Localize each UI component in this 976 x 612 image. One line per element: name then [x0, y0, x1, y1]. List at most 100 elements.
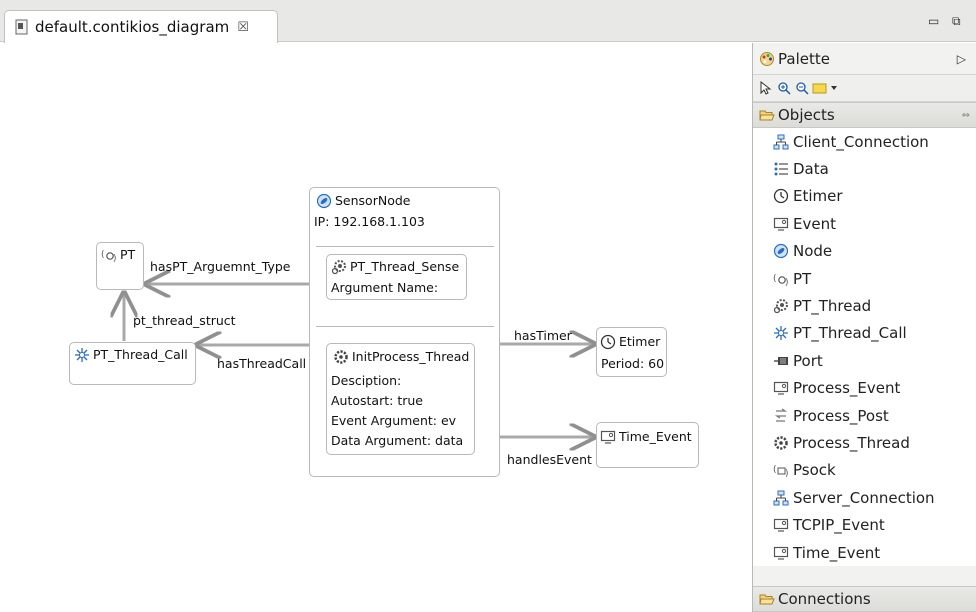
svg-text:): ) [785, 469, 789, 478]
palette-item-label: PT_Thread_Call [793, 324, 907, 343]
pt-thread-call-title: PT_Thread_Call [93, 347, 188, 362]
network-icon [773, 134, 789, 150]
palette-item-label: Process_Post [793, 406, 889, 425]
node-icon [773, 243, 789, 259]
palette-item-port[interactable]: Port [753, 347, 976, 374]
palette-item-process-event[interactable]: Process_Event [753, 375, 976, 402]
tab-close-icon[interactable]: ☒ [237, 20, 249, 35]
psock-icon: () [773, 462, 789, 479]
monitor-icon [600, 430, 616, 444]
node-icon [316, 193, 332, 209]
pt-icon: () [773, 271, 789, 288]
monitor-icon [773, 216, 789, 232]
init-process-description: Desciption: [331, 373, 402, 388]
drawer-pin-icon[interactable]: ⇔ [962, 110, 970, 121]
svg-text:): ) [785, 278, 789, 287]
port-icon [773, 353, 789, 369]
sensor-node-ip: IP: 192.168.1.103 [314, 214, 425, 229]
svg-text:(: ( [773, 465, 777, 475]
palette-item-event[interactable]: Event [753, 210, 976, 237]
sensor-node-title: SensorNode [335, 193, 411, 208]
palette-item-label: Etimer [793, 187, 843, 206]
gear-icon [331, 260, 346, 275]
palette-item-pt[interactable]: () PT [753, 265, 976, 292]
palette-item-label: Port [793, 351, 823, 370]
palette-item-label: TCPIP_Event [793, 516, 885, 535]
connections-drawer-header[interactable]: Connections [753, 586, 976, 612]
sensor-node-divider-1 [316, 246, 494, 247]
svg-text:): ) [113, 254, 117, 263]
pt-title: PT [120, 247, 136, 262]
palette-item-label: Time_Event [793, 543, 881, 562]
monitor-icon [773, 380, 789, 396]
cog-icon [773, 435, 789, 451]
palette-item-label: Client_Connection [793, 132, 929, 151]
monitor-icon [773, 545, 789, 561]
pt-thread-sense-argument: Argument Name: [331, 280, 439, 295]
objects-list: Client_Connection Data Etimer Event Node() PT… [753, 128, 976, 567]
init-process-event-argument: Event Argument: ev [331, 413, 457, 428]
init-process-autostart: Autostart: true [331, 393, 423, 408]
time-event-node[interactable]: Time_Event [596, 422, 699, 468]
palette-item-label: Event [793, 214, 836, 233]
pt-thread-sense-node[interactable]: PT_Thread_Sense Argument Name: [326, 254, 467, 300]
editor-tab-bar: default.contikios_diagram ☒ ▭ ⧉ [0, 0, 976, 43]
monitor-icon [773, 517, 789, 533]
label-has-timer: hasTimer [514, 328, 572, 343]
palette-item-label: PT [793, 269, 812, 288]
init-process-thread-title: InitProcess_Thread [352, 349, 470, 364]
objects-drawer-label: Objects [778, 106, 835, 124]
palette-item-label: PT_Thread [793, 297, 872, 316]
etimer-period: Period: 60 [601, 356, 665, 371]
sensor-node-divider-2 [316, 326, 494, 327]
post-icon [773, 408, 789, 424]
select-tool-icon[interactable] [757, 79, 775, 97]
zoom-out-icon[interactable] [793, 79, 811, 97]
label-handles-event: handlesEvent [507, 452, 592, 467]
pt-thread-sense-title: PT_Thread_Sense [350, 259, 460, 274]
pt-node[interactable]: ( ) PT [96, 242, 144, 290]
label-pt-thread-struct: pt_thread_struct [133, 313, 236, 328]
pt-icon: ( ) [101, 250, 117, 263]
palette-item-node[interactable]: Node [753, 238, 976, 265]
minimize-icon[interactable]: ▭ [928, 14, 939, 28]
palette-item-data[interactable]: Data [753, 155, 976, 182]
network-icon [773, 490, 789, 506]
tab-title: default.contikios_diagram [35, 18, 230, 36]
tab-default-contikios-diagram[interactable]: default.contikios_diagram ☒ [4, 10, 278, 43]
palette-item-server-connection[interactable]: Server_Connection [753, 484, 976, 511]
zoom-in-icon[interactable] [775, 79, 793, 97]
palette-item-time-event[interactable]: Time_Event [753, 539, 976, 566]
palette-item-label: Node [793, 242, 833, 261]
palette-item-pt-thread-call[interactable]: PT_Thread_Call [753, 320, 976, 347]
palette-item-etimer[interactable]: Etimer [753, 183, 976, 210]
maximize-icon[interactable]: ⧉ [952, 14, 961, 29]
label-has-thread-call: hasThreadCall [217, 356, 307, 371]
palette-toolbar [753, 75, 976, 102]
label-has-pt-argument-type: hasPT_Arguemnt_Type [150, 259, 291, 274]
palette-item-label: Psock [793, 461, 836, 480]
pt-thread-call-node[interactable]: PT_Thread_Call [69, 342, 196, 385]
palette-item-psock[interactable]: () Psock [753, 457, 976, 484]
timer-icon [773, 188, 789, 204]
palette-title: Palette [778, 49, 830, 68]
etimer-title: Etimer [619, 334, 661, 349]
list-icon [773, 161, 789, 177]
palette-item-label: Process_Thread [793, 433, 910, 452]
palette-panel: Palette ▷ Objects ⇔ Client_Connection Dat… [752, 43, 976, 612]
note-tool-icon[interactable] [811, 79, 829, 97]
note-dropdown-icon[interactable] [829, 79, 839, 97]
palette-header[interactable]: Palette ▷ [753, 43, 976, 75]
palette-collapse-icon[interactable]: ▷ [957, 52, 966, 66]
palette-item-client-connection[interactable]: Client_Connection [753, 128, 976, 155]
palette-item-process-thread[interactable]: Process_Thread [753, 429, 976, 456]
etimer-node[interactable]: Etimer Period: 60 [596, 327, 667, 377]
palette-item-tcpip-event[interactable]: TCPIP_Event [753, 511, 976, 538]
palette-item-process-post[interactable]: Process_Post [753, 402, 976, 429]
spark-icon [773, 325, 789, 341]
svg-text:(: ( [101, 250, 105, 260]
palette-icon [760, 51, 774, 66]
palette-item-pt-thread[interactable]: PT_Thread [753, 292, 976, 319]
objects-drawer-header[interactable]: Objects ⇔ [753, 102, 976, 128]
init-process-thread-node[interactable]: InitProcess_Thread Desciption: Autostart… [326, 343, 475, 455]
